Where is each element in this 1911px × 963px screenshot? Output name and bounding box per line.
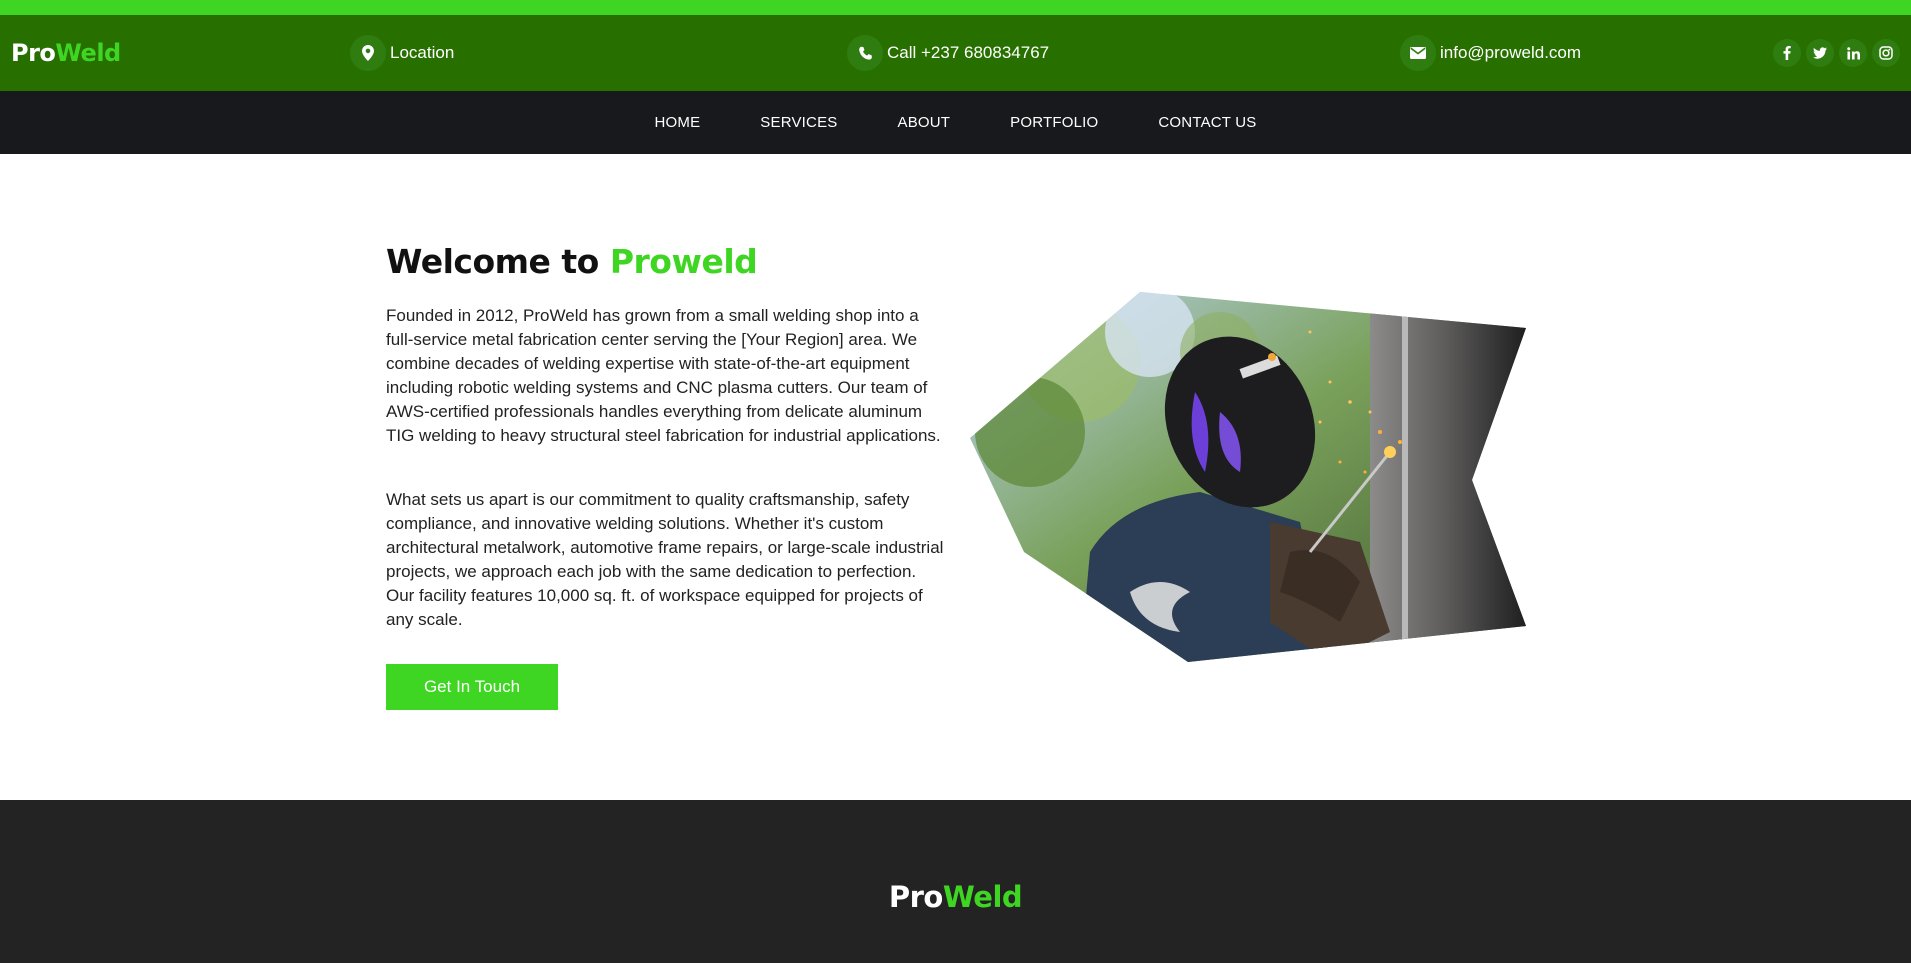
main-navigation: HOME SERVICES ABOUT PORTFOLIO CONTACT US — [0, 91, 1911, 154]
email-text: info@proweld.com — [1440, 43, 1582, 62]
social-links — [1773, 15, 1900, 91]
footer-brand-logo[interactable]: ProWeld — [0, 880, 1911, 914]
nav-item-portfolio[interactable]: PORTFOLIO — [1010, 114, 1098, 131]
nav-item-services[interactable]: SERVICES — [760, 114, 837, 131]
contact-email[interactable]: info@proweld.com — [1400, 15, 1581, 91]
brand-logo-part2: Weld — [55, 39, 121, 67]
phone-icon — [847, 35, 883, 71]
map-pin-icon — [350, 35, 386, 71]
footer-brand-part1: Pro — [888, 880, 943, 914]
site-footer: ProWeld — [0, 800, 1911, 963]
linkedin-icon[interactable] — [1839, 39, 1867, 67]
nav-item-home[interactable]: HOME — [654, 114, 700, 131]
envelope-icon — [1400, 35, 1436, 71]
about-paragraph-1: Founded in 2012, ProWeld has grown from … — [386, 306, 941, 445]
brand-logo[interactable]: Pro Weld — [11, 15, 121, 91]
nav-item-contact-us[interactable]: CONTACT US — [1158, 114, 1256, 131]
welder-photo — [970, 292, 1526, 662]
nav-item-about[interactable]: ABOUT — [897, 114, 950, 131]
footer-brand-part2: Weld — [942, 880, 1023, 914]
brand-logo-part1: Pro — [11, 39, 56, 67]
page-title-accent: Proweld — [609, 242, 758, 281]
page-title: Welcome to Proweld — [386, 242, 758, 281]
top-bar: Pro Weld Location Call +237 680834767 inf… — [0, 15, 1911, 91]
facebook-icon[interactable] — [1773, 39, 1801, 67]
contact-location: Location — [350, 15, 454, 91]
top-accent-strip — [0, 0, 1911, 15]
about-section: Welcome to Proweld Founded in 2012, ProW… — [0, 154, 1911, 800]
twitter-icon[interactable] — [1806, 39, 1834, 67]
phone-text: Call +237 680834767 — [887, 43, 1050, 62]
page-title-prefix: Welcome to — [386, 242, 610, 281]
about-paragraph-2: What sets us apart is our commitment to … — [386, 490, 944, 629]
get-in-touch-button[interactable]: Get In Touch — [386, 664, 558, 710]
contact-phone[interactable]: Call +237 680834767 — [847, 15, 1049, 91]
instagram-icon[interactable] — [1872, 39, 1900, 67]
location-text: Location — [390, 43, 455, 62]
